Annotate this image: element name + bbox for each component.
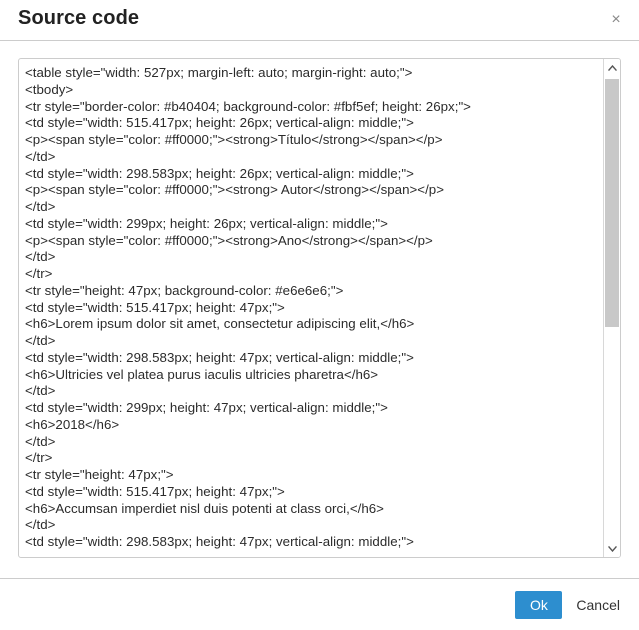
- dialog-header: Source code ×: [0, 0, 639, 41]
- source-code-dialog: Source code × <table style="width: 527px…: [0, 0, 639, 630]
- vertical-scrollbar[interactable]: [603, 59, 620, 557]
- scroll-down-icon[interactable]: [604, 540, 620, 557]
- code-line: <td style="width: 515.417px; height: 47p…: [25, 299, 285, 315]
- close-icon[interactable]: ×: [605, 9, 627, 31]
- scroll-up-icon[interactable]: [604, 59, 620, 76]
- dialog-body: <table style="width: 527px; margin-left:…: [0, 41, 639, 578]
- code-line: </td>: [25, 249, 56, 265]
- dialog-title: Source code: [18, 7, 140, 29]
- code-line: <h6>2018</h6>: [25, 416, 120, 432]
- code-line: <td style="width: 298.583px; height: 47p…: [25, 534, 414, 549]
- code-line: <td style="width: 515.417px; height: 26p…: [25, 115, 414, 131]
- code-line: <table style="width: 527px; margin-left:…: [25, 65, 413, 80]
- code-line: <td style="width: 515.417px; height: 47p…: [25, 483, 285, 499]
- code-line: <h6>Lorem ipsum dolor sit amet, consecte…: [25, 316, 415, 332]
- source-code-textarea[interactable]: <table style="width: 527px; margin-left:…: [19, 59, 603, 557]
- code-line: </td>: [25, 333, 56, 348]
- code-line: </td>: [25, 383, 56, 399]
- code-line: </tr>: [25, 450, 53, 466]
- ok-button[interactable]: Ok: [515, 590, 563, 619]
- code-line: <h6>Ultricies vel platea purus iaculis u…: [25, 366, 379, 382]
- code-line: </td>: [25, 517, 56, 533]
- code-line: <tbody>: [25, 81, 74, 97]
- code-line: </tr>: [25, 266, 53, 281]
- code-line: <p><span style="color: #ff0000;"><strong…: [25, 132, 443, 147]
- code-line: <p><span style="color: #ff0000;"><strong…: [25, 232, 433, 248]
- cancel-button[interactable]: Cancel: [572, 591, 624, 619]
- code-line: <td style="width: 299px; height: 26px; v…: [25, 215, 388, 231]
- dialog-footer: Ok Cancel: [0, 578, 639, 630]
- code-line: <tr style="height: 47px; background-colo…: [25, 282, 344, 298]
- scrollbar-thumb[interactable]: [605, 79, 619, 327]
- code-line: <p><span style="color: #ff0000;"><strong…: [25, 182, 444, 198]
- code-line: <h6>Accumsan imperdiet nisl duis potenti…: [25, 500, 384, 516]
- code-line: <td style="width: 298.583px; height: 26p…: [25, 165, 414, 181]
- code-line: <tr style="border-color: #b40404; backgr…: [25, 98, 471, 114]
- code-line: <tr style="height: 47px;">: [25, 467, 174, 482]
- code-line: </td>: [25, 199, 56, 214]
- code-line: <td style="width: 298.583px; height: 47p…: [25, 349, 414, 365]
- code-line: </td>: [25, 433, 56, 449]
- code-line: </td>: [25, 148, 56, 164]
- code-line: <td style="width: 299px; height: 47px; v…: [25, 400, 388, 415]
- source-code-textarea-wrapper[interactable]: <table style="width: 527px; margin-left:…: [18, 58, 621, 558]
